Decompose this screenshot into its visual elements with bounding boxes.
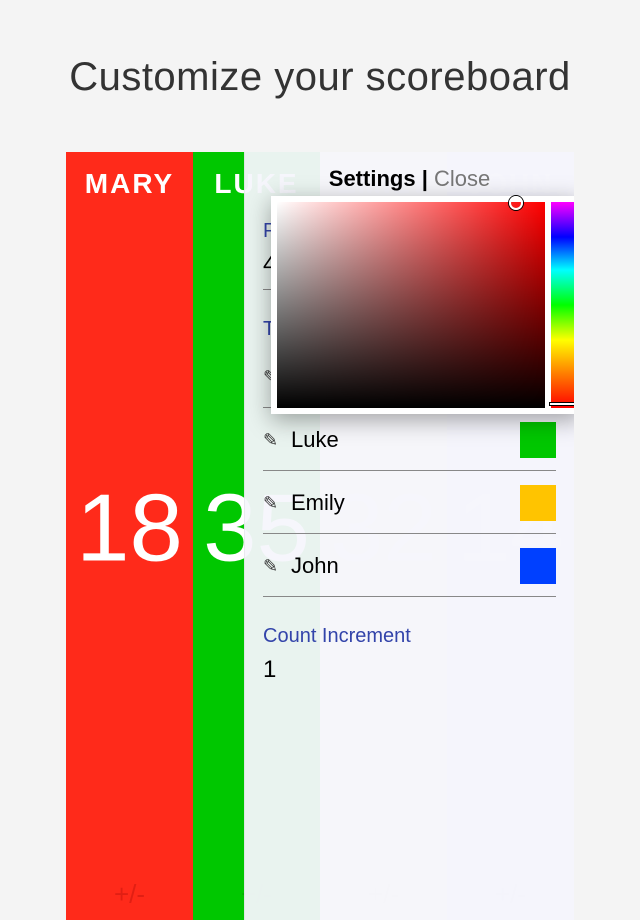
team-name-input[interactable]: Luke: [291, 427, 510, 453]
settings-title: Settings: [329, 166, 416, 191]
settings-header: Settings | Close: [263, 166, 556, 192]
pencil-icon[interactable]: ✎: [263, 430, 281, 451]
hue-cursor[interactable]: [549, 402, 574, 406]
pencil-icon[interactable]: ✎: [263, 493, 281, 514]
team-row-john: ✎ John: [263, 534, 556, 597]
column-name: MARY: [85, 152, 174, 200]
close-button[interactable]: Close: [434, 166, 490, 191]
color-swatch[interactable]: [520, 485, 556, 521]
count-increment-input[interactable]: 1: [263, 652, 556, 694]
color-picker[interactable]: [271, 196, 574, 414]
plus-minus-button[interactable]: +/-: [114, 879, 145, 910]
color-swatch[interactable]: [520, 422, 556, 458]
sv-cursor[interactable]: [509, 196, 523, 210]
separator: |: [422, 166, 434, 191]
color-swatch[interactable]: [520, 548, 556, 584]
column-score: 18: [76, 480, 183, 576]
team-row-luke: ✎ Luke: [263, 408, 556, 471]
scoreboard-device: MARY 18 +/- LUKE 35 +/- EMILY 32 +/- JOH…: [66, 152, 574, 920]
count-increment-label: Count Increment: [263, 625, 556, 648]
pencil-icon[interactable]: ✎: [263, 556, 281, 577]
team-name-input[interactable]: Emily: [291, 490, 510, 516]
column-mary[interactable]: MARY 18 +/-: [66, 152, 193, 920]
team-name-input[interactable]: John: [291, 553, 510, 579]
team-row-emily: ✎ Emily: [263, 471, 556, 534]
hue-slider[interactable]: [551, 202, 574, 408]
headline: Customize your scoreboard: [0, 0, 640, 100]
saturation-value-area[interactable]: [277, 202, 545, 408]
